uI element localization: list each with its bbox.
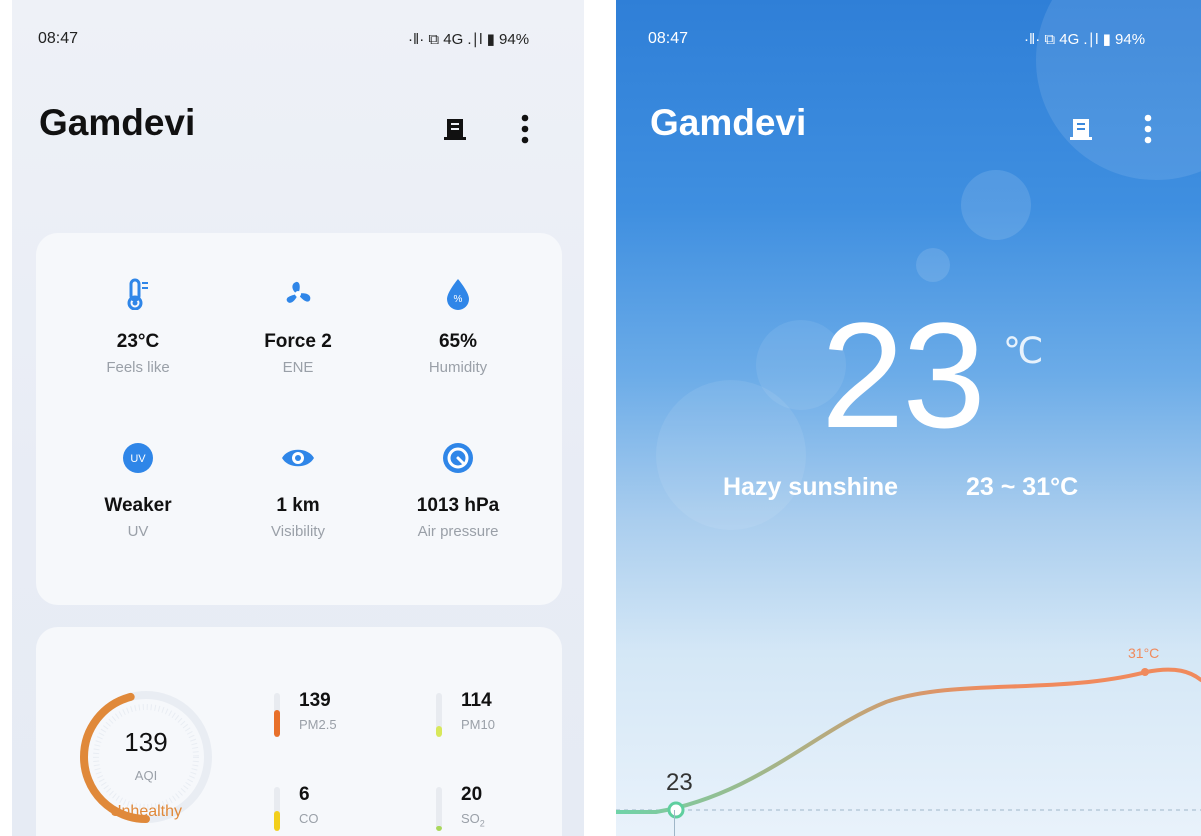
weather-condition: Hazy sunshine	[723, 473, 899, 501]
status-indicators: ·‖· ⧉ 4G .∣l ▮ 94%	[408, 30, 529, 48]
thermometer-icon	[58, 277, 218, 311]
pollutant-level-bar	[436, 787, 442, 831]
detail-label: UV	[127, 523, 149, 540]
more-vert-icon[interactable]	[1131, 112, 1165, 146]
svg-text:%: %	[454, 294, 463, 305]
detail-value: 65%	[438, 331, 478, 352]
pollutant-level-fill	[274, 811, 280, 831]
pollutant-label-subscript: 2	[479, 818, 485, 829]
status-time: 08:47	[648, 30, 689, 47]
detail-value: 1 km	[276, 495, 320, 516]
current-temp-marker	[667, 801, 685, 819]
aqi-status: Unhealthy	[109, 803, 183, 820]
detail-label: Air pressure	[417, 523, 499, 540]
light-bubble	[916, 248, 950, 282]
pollutant-label: SO2	[461, 811, 485, 829]
detail-humidity: % 65% Humidity	[378, 277, 538, 376]
pollutant-label: PM2.5	[299, 717, 337, 732]
detail-value: Force 2	[264, 331, 332, 352]
weather-main-screen: 08:47 ·‖· ⧉ 4G .∣l ▮ 94% Gamdevi 23 ℃ Ha…	[616, 0, 1201, 836]
eye-icon	[218, 441, 378, 475]
signal-indicators: ·‖· ⧉ 4G .∣l ▮	[408, 31, 495, 48]
pollutant-level-bar	[274, 693, 280, 737]
building-icon[interactable]	[438, 112, 472, 146]
fan-icon	[218, 277, 378, 311]
humidity-drop-icon: %	[378, 277, 538, 311]
weather-details-card: 23°C Feels like Force 2 ENE % 65% Humidi…	[36, 233, 562, 605]
pollutant-label: CO	[299, 811, 319, 826]
pollutant-value: 139	[299, 690, 331, 711]
pollutant-level-fill	[436, 726, 442, 737]
air-quality-card[interactable]: 139 AQI Unhealthy 139 PM2.5 114 PM10 6 C…	[36, 627, 562, 836]
detail-visibility: 1 km Visibility	[218, 441, 378, 540]
battery-level: 94%	[1115, 31, 1146, 48]
battery-level: 94%	[499, 31, 530, 48]
pollutant-level-bar	[436, 693, 442, 737]
detail-feels-like: 23°C Feels like	[58, 277, 218, 376]
status-time: 08:47	[38, 30, 79, 47]
location-title: Gamdevi	[650, 102, 807, 143]
weather-details-screen: 08:47 ·‖· ⧉ 4G .∣l ▮ 94% Gamdevi 23°C Fe…	[12, 0, 584, 836]
svg-text:UV: UV	[130, 453, 146, 465]
temperature-range: 23 ~ 31°C	[966, 473, 1079, 501]
status-indicators: ·‖· ⧉ 4G .∣l ▮ 94%	[1024, 30, 1145, 48]
hourly-temperature-chart[interactable]: 23 31°C	[616, 620, 1201, 836]
light-bubble	[961, 170, 1031, 240]
pollutant-label: PM10	[461, 717, 495, 732]
pollutant-level-fill	[274, 709, 280, 737]
signal-indicators: ·‖· ⧉ 4G .∣l ▮	[1024, 31, 1111, 48]
pollutant-level-fill	[436, 825, 442, 831]
detail-air-pressure: 1013 hPa Air pressure	[378, 441, 538, 540]
detail-value: Weaker	[104, 495, 172, 516]
current-temperature: 23	[821, 291, 986, 459]
time-cursor	[674, 810, 675, 836]
gauge-icon	[378, 441, 538, 475]
pollutant-value: 20	[461, 784, 483, 805]
sun-glow	[1036, 0, 1201, 180]
pollutant-value: 6	[299, 784, 310, 805]
uv-icon: UV	[58, 441, 218, 475]
aqi-label: AQI	[134, 768, 158, 783]
detail-label: Humidity	[428, 359, 488, 376]
detail-value: 1013 hPa	[416, 495, 500, 516]
location-title: Gamdevi	[39, 102, 196, 143]
temperature-unit: ℃	[1003, 330, 1044, 371]
max-temp-label: 31°C	[1128, 645, 1159, 661]
detail-uv: UV Weaker UV	[58, 441, 218, 540]
max-temp-marker	[1141, 668, 1149, 676]
detail-label: Visibility	[271, 523, 325, 540]
aqi-value: 139	[124, 727, 168, 757]
pollutant-level-bar	[274, 787, 280, 831]
temperature-curve	[616, 667, 1201, 814]
detail-label: Feels like	[106, 359, 170, 376]
start-temp-label: 23	[666, 769, 693, 796]
more-vert-icon[interactable]	[508, 112, 542, 146]
pollutant-label-text: SO	[461, 811, 480, 826]
building-icon[interactable]	[1064, 112, 1098, 146]
detail-wind: Force 2 ENE	[218, 277, 378, 376]
detail-label: ENE	[282, 359, 314, 376]
pollutant-value: 114	[461, 690, 492, 711]
detail-value: 23°C	[116, 331, 160, 352]
